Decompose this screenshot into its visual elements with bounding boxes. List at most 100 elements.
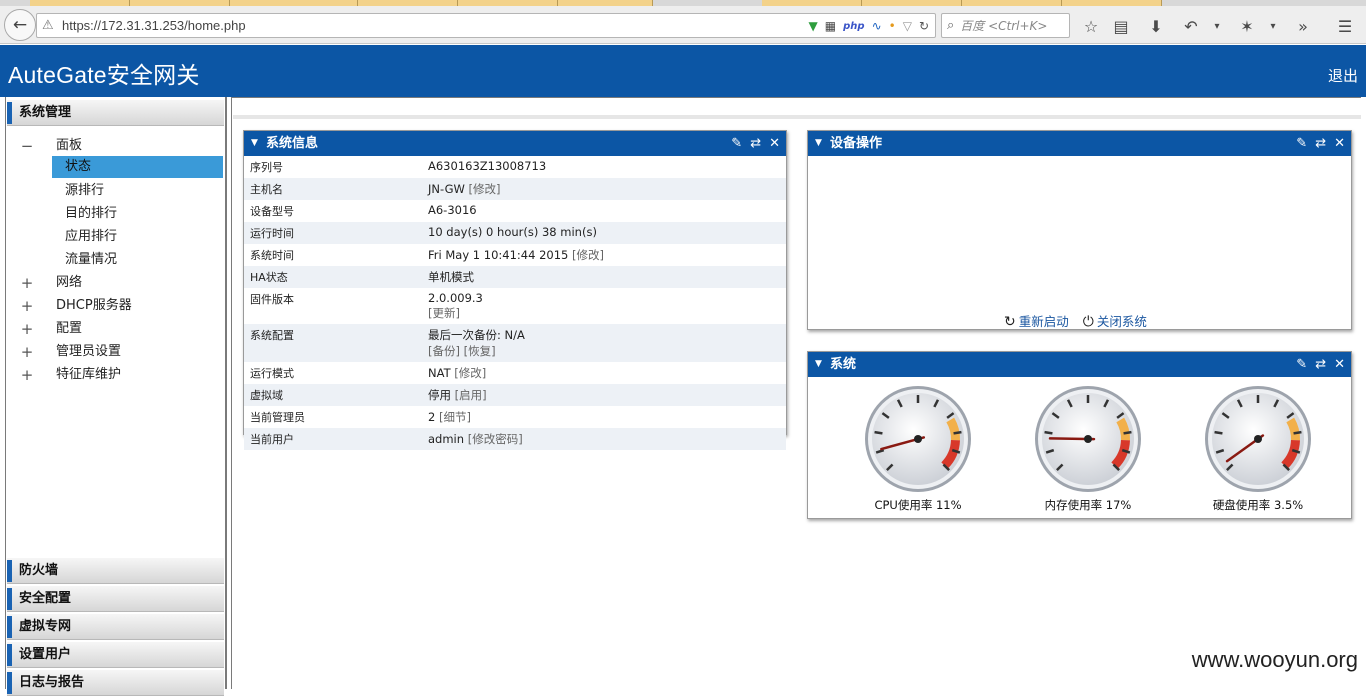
chevron-down-icon[interactable]: ▾	[1262, 15, 1284, 37]
sidebar-item-traffic[interactable]: 流量情况	[52, 249, 223, 271]
sidebar-section-users[interactable]: 设置用户	[7, 642, 224, 668]
star-icon[interactable]: ☆	[1080, 15, 1102, 37]
sidebar-section-system-management[interactable]: 系统管理	[7, 100, 224, 126]
expand-icon[interactable]: +	[20, 341, 34, 363]
info-action-link[interactable]: [备份] [恢复]	[428, 344, 496, 358]
overflow-icon[interactable]: »	[1292, 15, 1314, 37]
tree-node-dashboard[interactable]: − 面板	[6, 135, 224, 157]
tree-label[interactable]: DHCP服务器	[56, 295, 132, 317]
wave-icon[interactable]: ∿	[872, 19, 882, 33]
refresh-icon[interactable]: ⇄	[1315, 352, 1326, 377]
collapse-triangle-icon[interactable]: ▼	[815, 131, 822, 156]
restart-icon: ↻	[1004, 314, 1016, 330]
sidebar-section-firewall[interactable]: 防火墙	[7, 558, 224, 584]
gauge-tick	[1124, 432, 1132, 433]
sidebar-item-destination-ranking[interactable]: 目的排行	[52, 203, 223, 225]
main-content: ▼ 系统信息 ✎ ⇄ ✕ 序列号A630163Z13008713主机名JN-GW…	[231, 97, 1361, 689]
refresh-icon[interactable]: ⇄	[750, 131, 761, 156]
tree-label[interactable]: 特征库维护	[56, 364, 121, 386]
download-icon[interactable]: ⬇	[1145, 15, 1167, 37]
tree-label[interactable]: 面板	[56, 135, 82, 157]
address-bar[interactable]: ⚠ https://172.31.31.253/home.php ▼ ▦ php…	[36, 13, 936, 38]
info-value-cell: 10 day(s) 0 hour(s) 38 min(s)	[422, 222, 786, 244]
system-info-panel: ▼ 系统信息 ✎ ⇄ ✕ 序列号A630163Z13008713主机名JN-GW…	[243, 130, 787, 435]
edit-icon[interactable]: ✎	[1296, 352, 1307, 377]
tree-label[interactable]: 配置	[56, 318, 82, 340]
tree-node-network[interactable]: + 网络	[6, 272, 224, 294]
tree-node-config[interactable]: + 配置	[6, 318, 224, 340]
php-icon[interactable]: php	[843, 21, 864, 32]
chevron-down-icon[interactable]: ▾	[1206, 15, 1228, 37]
close-icon[interactable]: ✕	[1334, 352, 1345, 377]
panel-header[interactable]: ▼ 设备操作 ✎ ⇄ ✕	[808, 131, 1351, 156]
dropdown-icon[interactable]: ▽	[903, 19, 912, 33]
expand-icon[interactable]: +	[20, 295, 34, 317]
pin-icon[interactable]: •	[889, 19, 896, 33]
info-action-link[interactable]: [修改]	[454, 366, 486, 380]
tree-label[interactable]: 网络	[56, 272, 82, 294]
reading-list-icon[interactable]: ▤	[1110, 15, 1132, 37]
info-value: 2.0.009.3	[428, 291, 483, 305]
tree-label[interactable]: 管理员设置	[56, 341, 121, 363]
info-value: Fri May 1 10:41:44 2015	[428, 248, 568, 262]
reload-icon[interactable]: ↻	[919, 19, 929, 33]
sidebar-item-app-ranking[interactable]: 应用排行	[52, 226, 223, 248]
info-action-link[interactable]: [启用]	[455, 388, 487, 402]
app-header: AuteGate安全网关 退出	[0, 45, 1366, 97]
info-action-link[interactable]: [细节]	[439, 410, 471, 424]
info-action-link[interactable]: [修改]	[469, 182, 501, 196]
sidebar-item-status[interactable]: 状态	[52, 156, 223, 178]
gauge-hub	[914, 435, 922, 443]
cpu-gauge: CPU使用率 11%	[838, 383, 998, 513]
tree-node-admin-settings[interactable]: + 管理员设置	[6, 341, 224, 363]
edit-icon[interactable]: ✎	[731, 131, 742, 156]
shield-icon[interactable]: ▼	[809, 19, 818, 33]
memory-gauge: 内存使用率 17%	[1008, 383, 1168, 513]
info-row: 虚拟域停用 [启用]	[244, 384, 786, 406]
back-button[interactable]: ←	[4, 9, 36, 41]
restart-button[interactable]: ↻重新启动	[1004, 311, 1069, 330]
bug-icon[interactable]: ✶	[1236, 15, 1258, 37]
info-action-link[interactable]: [修改]	[572, 248, 604, 262]
warning-icon: ⚠	[42, 18, 58, 33]
panel-header[interactable]: ▼ 系统信息 ✎ ⇄ ✕	[244, 131, 786, 156]
expand-icon[interactable]: +	[20, 318, 34, 340]
refresh-icon[interactable]: ⇄	[1315, 131, 1326, 156]
close-icon[interactable]: ✕	[1334, 131, 1345, 156]
gauge-hub	[1084, 435, 1092, 443]
expand-icon[interactable]: +	[20, 272, 34, 294]
panel-header[interactable]: ▼ 系统 ✎ ⇄ ✕	[808, 352, 1351, 377]
info-value-cell: NAT [修改]	[422, 362, 786, 384]
collapse-triangle-icon[interactable]: ▼	[815, 352, 822, 377]
expand-icon[interactable]: +	[20, 364, 34, 386]
panel-title: 系统信息	[266, 136, 318, 151]
sidebar-section-vpn[interactable]: 虚拟专网	[7, 614, 224, 640]
search-box[interactable]: ⌕ 百度 <Ctrl+K>	[941, 13, 1070, 38]
menu-icon[interactable]: ☰	[1334, 15, 1356, 37]
logout-link[interactable]: 退出	[1328, 65, 1358, 86]
tree-node-signature-maintenance[interactable]: + 特征库维护	[6, 364, 224, 386]
info-action-link[interactable]: [更新]	[428, 306, 460, 320]
info-action-link[interactable]: [修改密码]	[468, 432, 523, 446]
watermark: www.wooyun.org	[1192, 647, 1358, 673]
info-value: 2	[428, 410, 435, 424]
collapse-triangle-icon[interactable]: ▼	[251, 131, 258, 156]
tree-node-dhcp[interactable]: + DHCP服务器	[6, 295, 224, 317]
collapse-icon[interactable]: −	[20, 135, 34, 157]
sidebar-item-source-ranking[interactable]: 源排行	[52, 180, 223, 202]
info-value-cell: 最后一次备份: N/A[备份] [恢复]	[422, 324, 786, 362]
info-key: 系统配置	[244, 324, 422, 362]
undo-icon[interactable]: ↶	[1180, 15, 1202, 37]
close-icon[interactable]: ✕	[769, 131, 780, 156]
info-value: A630163Z13008713	[428, 159, 546, 173]
shutdown-label[interactable]: 关闭系统	[1097, 314, 1147, 329]
device-operations-panel: ▼ 设备操作 ✎ ⇄ ✕ ↻重新启动 ⏻关闭系统	[807, 130, 1352, 330]
shutdown-button[interactable]: ⏻关闭系统	[1083, 311, 1147, 330]
edit-icon[interactable]: ✎	[1296, 131, 1307, 156]
info-key: 当前管理员	[244, 406, 422, 428]
url-text[interactable]: https://172.31.31.253/home.php	[62, 18, 246, 33]
sidebar-section-security[interactable]: 安全配置	[7, 586, 224, 612]
restart-label[interactable]: 重新启动	[1019, 314, 1069, 329]
sidebar-section-logs[interactable]: 日志与报告	[7, 670, 224, 696]
qr-code-icon[interactable]: ▦	[825, 19, 836, 33]
